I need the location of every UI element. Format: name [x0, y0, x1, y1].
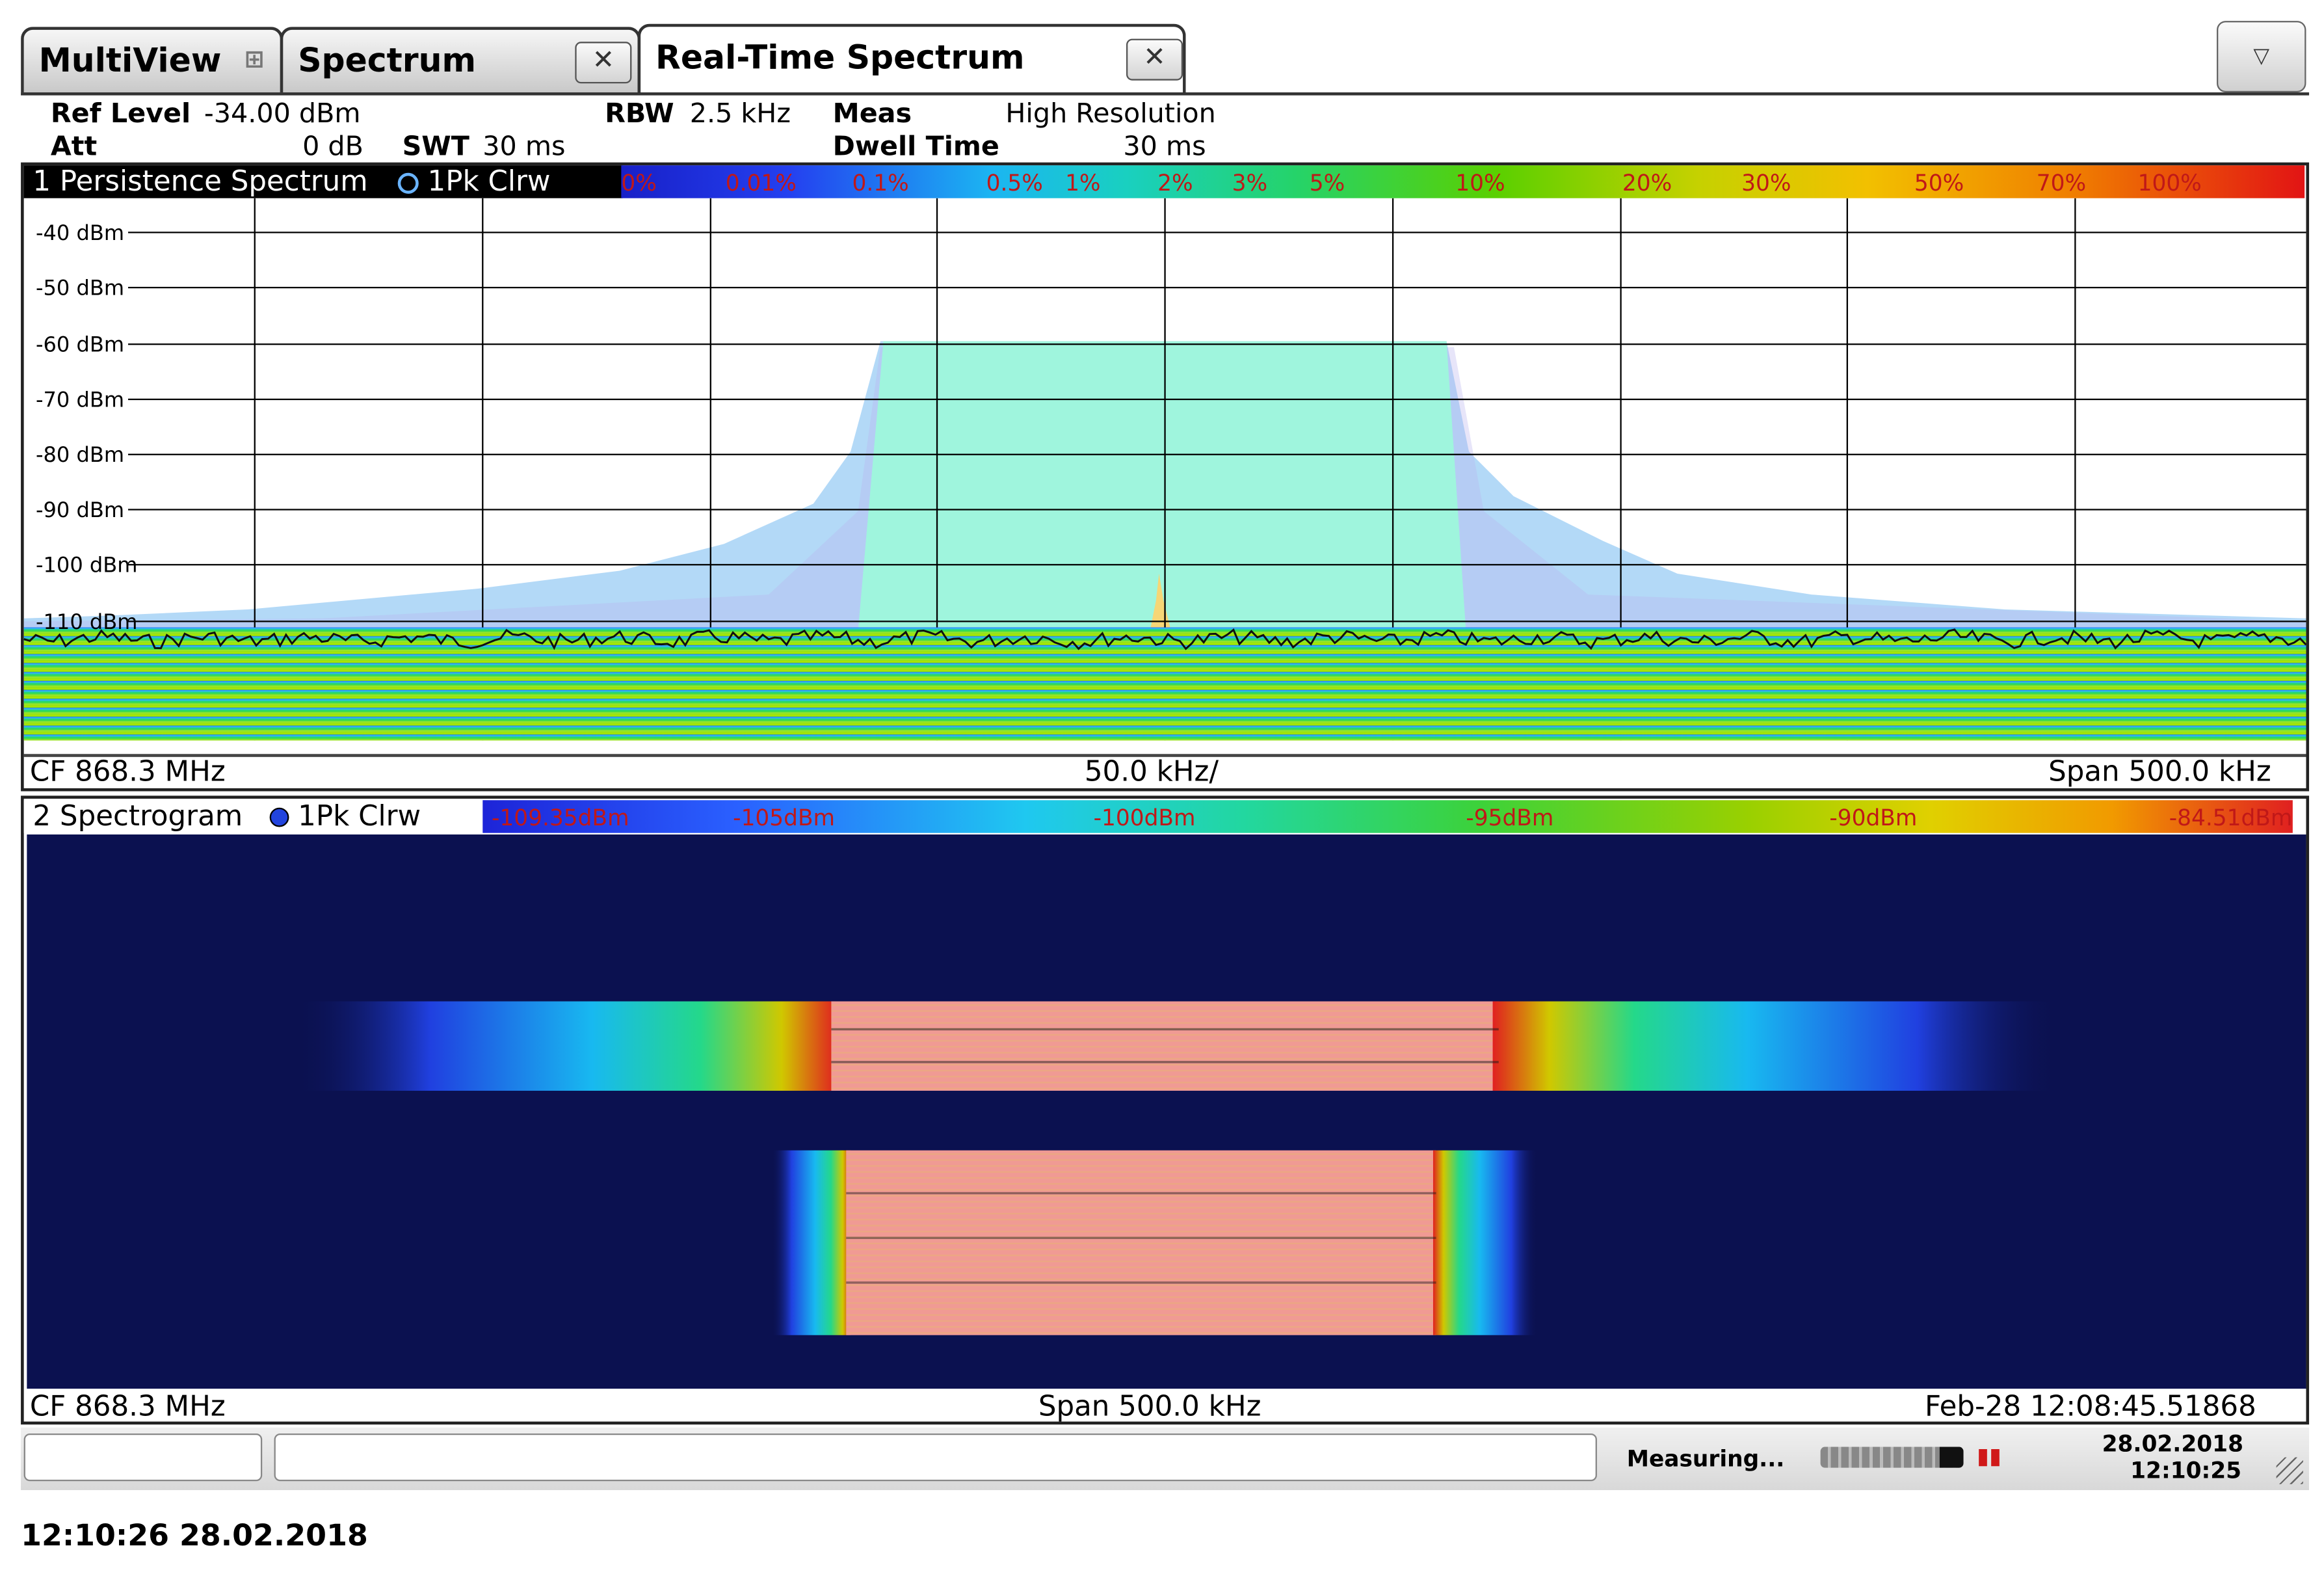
status-date: 28.02.2018	[2102, 1430, 2244, 1458]
persistence-plot[interactable]: -40 dBm -50 dBm -60 dBm -70 dBm -80 dBm …	[23, 198, 2306, 741]
swt-value: 30 ms	[482, 131, 566, 163]
colorbar-label: 50%	[1914, 170, 1964, 197]
dwell-time-label: Dwell Time	[832, 131, 999, 163]
colorbar-label: 0.01%	[725, 170, 797, 197]
y-label: -40 dBm	[36, 220, 124, 245]
colorbar-label: 0.5%	[986, 170, 1043, 197]
tab-underline	[21, 92, 2310, 96]
colorbar-label: 0%	[621, 170, 657, 197]
noise-floor-band	[23, 627, 2306, 741]
span-label: Span 500.0 kHz	[1038, 1390, 1261, 1423]
colorbar-label: 2%	[1157, 170, 1193, 197]
trace-dot-icon	[397, 172, 419, 193]
colorbar-label: -90dBm	[1829, 805, 1918, 832]
center-frequency-label: CF 868.3 MHz	[29, 1390, 226, 1423]
spectrogram-colorbar: -109.35dBm -105dBm -100dBm -95dBm -90dBm -84.…	[482, 800, 2293, 833]
status-bar: Measuring... ▮▮ 28.02.2018 12:10:25	[21, 1427, 2310, 1490]
colorbar-label: -109.35dBm	[492, 805, 629, 832]
colorbar-label: 10%	[1455, 170, 1505, 197]
close-icon[interactable]: ✕	[1126, 38, 1183, 81]
analyzer-window: MultiView ⊞ Spectrum ✕ Real-Time Spectru…	[0, 0, 2324, 1573]
tab-label: MultiView	[38, 43, 222, 81]
burst-2	[771, 1150, 1538, 1335]
y-label: -60 dBm	[36, 332, 124, 357]
colorbar-label: 3%	[1232, 170, 1268, 197]
rbw-label: RBW	[605, 98, 674, 130]
colorbar-label: -84.51dBm	[2169, 805, 2293, 832]
x-division-label: 50.0 kHz/	[1084, 755, 1219, 788]
tab-label: Real-Time Spectrum	[655, 40, 1025, 78]
colorbar-label: -100dBm	[1093, 805, 1196, 832]
persistence-title-bar: 1 Persistence Spectrum 1Pk Clrw	[23, 165, 623, 198]
status-message: Measuring...	[1626, 1445, 1785, 1473]
tab-label: Spectrum	[298, 43, 477, 81]
tab-multiview[interactable]: MultiView ⊞	[21, 27, 284, 93]
meas-value: High Resolution	[1005, 98, 1216, 130]
y-label: -100 dBm	[36, 553, 138, 578]
spectrogram-title-bar: 2 Spectrogram 1Pk Clrw	[23, 800, 489, 833]
colorbar-label: 70%	[2036, 170, 2087, 197]
att-value: 0 dB	[302, 131, 363, 163]
trace-label: 1Pk Clrw	[298, 800, 421, 833]
swt-label: SWT	[402, 131, 469, 163]
panel-title: 2 Spectrogram	[33, 800, 243, 833]
persistence-colorbar: 0% 0.01% 0.1% 0.5% 1% 2% 3% 5% 10% 20% 30% 50% 70% 10…	[621, 165, 2305, 198]
burst-1	[295, 1001, 2059, 1091]
colorbar-label: 100%	[2137, 170, 2202, 197]
multiview-grid-icon: ⊞	[244, 44, 265, 73]
status-time: 12:10:25	[2130, 1457, 2242, 1484]
y-label: -110 dBm	[36, 609, 138, 634]
rbw-value: 2.5 kHz	[689, 98, 791, 130]
colorbar-label: 1%	[1065, 170, 1101, 197]
timestamp-label: Feb-28 12:08:45.51868	[1924, 1390, 2256, 1423]
y-axis-labels: -40 dBm -50 dBm -60 dBm -70 dBm -80 dBm …	[36, 220, 138, 634]
y-label: -70 dBm	[36, 387, 124, 412]
meas-label: Meas	[832, 98, 912, 130]
colorbar-label: 5%	[1309, 170, 1345, 197]
dwell-time-value: 30 ms	[1123, 131, 1206, 163]
span-label: Span 500.0 kHz	[2048, 755, 2271, 788]
status-field[interactable]	[23, 1433, 263, 1482]
dropdown-button[interactable]: ▽	[2217, 21, 2306, 93]
status-message-field[interactable]	[274, 1433, 1597, 1482]
ref-level-value: -34.00 dBm	[204, 98, 361, 130]
trace-dot-icon	[269, 807, 289, 827]
progress-bar	[1820, 1447, 1964, 1468]
y-label: -50 dBm	[36, 276, 124, 300]
triangle-down-icon: ▽	[2253, 44, 2270, 69]
colorbar-label: 30%	[1741, 170, 1791, 197]
colorbar-label: -95dBm	[1466, 805, 1554, 832]
center-frequency-label: CF 868.3 MHz	[29, 755, 226, 788]
colorbar-label: -105dBm	[733, 805, 836, 832]
panel-title: 1 Persistence Spectrum	[33, 165, 368, 198]
activity-indicator-icon: ▮▮	[1977, 1442, 2001, 1469]
capture-timestamp: 12:10:26 28.02.2018	[21, 1517, 368, 1553]
colorbar-label: 20%	[1622, 170, 1672, 197]
tab-real-time-spectrum[interactable]: Real-Time Spectrum ✕	[637, 23, 1186, 96]
colorbar-label: 0.1%	[852, 170, 909, 197]
trace-label: 1Pk Clrw	[427, 165, 551, 198]
y-label: -80 dBm	[36, 442, 124, 467]
ref-level-label: Ref Level	[50, 98, 191, 130]
att-label: Att	[50, 131, 98, 163]
resize-grip-icon[interactable]	[2276, 1457, 2303, 1484]
close-icon[interactable]: ✕	[575, 42, 632, 84]
y-label: -90 dBm	[36, 498, 124, 522]
tab-spectrum[interactable]: Spectrum ✕	[280, 27, 641, 93]
spectrogram-plot[interactable]	[27, 834, 2306, 1389]
